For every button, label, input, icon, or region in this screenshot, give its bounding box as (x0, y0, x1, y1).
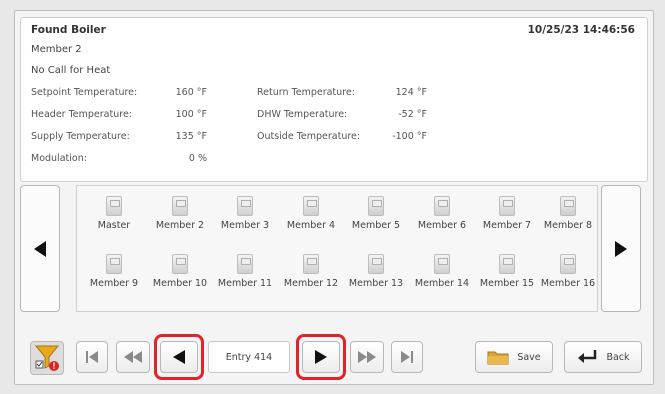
member-tile-15[interactable]: Member 15 (474, 250, 540, 305)
fast-forward-icon (358, 351, 376, 363)
member-tile-7[interactable]: Member 7 (474, 192, 540, 247)
supply-temp-label: Supply Temperature: (31, 131, 130, 142)
member-tile-master[interactable]: Master (81, 192, 147, 247)
member-label: Member 16 (540, 278, 596, 289)
member-tile-4[interactable]: Member 4 (278, 192, 344, 247)
return-temp-label: Return Temperature: (257, 87, 355, 98)
filter-button[interactable] (30, 341, 64, 375)
member-label: Member 9 (89, 278, 139, 289)
setpoint-label: Setpoint Temperature: (31, 87, 138, 98)
member-label: Member 10 (152, 278, 208, 289)
skip-to-last-icon (401, 351, 413, 363)
first-entry-button[interactable] (76, 341, 108, 373)
boiler-icon (303, 196, 319, 216)
modulation-value: 0 % (188, 153, 207, 164)
boiler-icon (303, 254, 319, 274)
member-tile-13[interactable]: Member 13 (343, 250, 409, 305)
heat-status: No Call for Heat (31, 65, 111, 76)
member-tile-9[interactable]: Member 9 (81, 250, 147, 305)
boiler-icon (237, 254, 253, 274)
member-label: Member 3 (220, 220, 270, 231)
filter-icon (34, 345, 60, 371)
members-grid: Master Member 2 Member 3 Member 4 Member… (76, 185, 598, 312)
member-label: Member 2 (155, 220, 205, 231)
entry-indicator: Entry 414 (208, 341, 290, 373)
boiler-icon (434, 254, 450, 274)
member-tile-8[interactable]: Member 8 (535, 192, 601, 247)
dhw-temp-value: -52 °F (398, 109, 427, 120)
last-entry-button[interactable] (391, 341, 423, 373)
header-temp-value: 100 °F (175, 109, 207, 120)
member-tile-3[interactable]: Member 3 (212, 192, 278, 247)
boiler-icon (560, 254, 576, 274)
member-label: Member 5 (351, 220, 401, 231)
member-label: Member 6 (417, 220, 467, 231)
member-tile-14[interactable]: Member 14 (409, 250, 475, 305)
save-label: Save (517, 351, 541, 363)
member-label: Member 13 (348, 278, 404, 289)
member-label: Master (97, 220, 131, 231)
boiler-icon (499, 196, 515, 216)
modulation-label: Modulation: (31, 153, 87, 164)
boiler-icon (172, 196, 188, 216)
boiler-icon (172, 254, 188, 274)
header-temp-label: Header Temperature: (31, 109, 132, 120)
boiler-icon (106, 254, 122, 274)
boiler-icon (368, 196, 384, 216)
triangle-right-icon (615, 240, 627, 257)
info-timestamp: 10/25/23 14:46:56 (527, 24, 635, 36)
fast-rewind-icon (124, 351, 142, 363)
boiler-info-panel: Found Boiler 10/25/23 14:46:56 Member 2 … (20, 17, 648, 182)
members-prev-page-button[interactable] (20, 185, 60, 312)
triangle-left-icon (34, 240, 46, 257)
member-label: Member 15 (479, 278, 535, 289)
boiler-icon (368, 254, 384, 274)
next-highlight-box (296, 334, 346, 380)
member-label: Member 8 (543, 220, 593, 231)
boiler-icon (237, 196, 253, 216)
folder-icon (487, 351, 509, 365)
boiler-icon (434, 196, 450, 216)
rewind-button[interactable] (116, 341, 150, 373)
member-label: Member 7 (482, 220, 532, 231)
member-tile-16[interactable]: Member 16 (535, 250, 601, 305)
member-tile-10[interactable]: Member 10 (147, 250, 213, 305)
boiler-icon (106, 196, 122, 216)
member-label: Member 12 (283, 278, 339, 289)
outside-temp-value: -100 °F (392, 131, 427, 142)
outside-temp-label: Outside Temperature: (257, 131, 361, 142)
skip-to-first-icon (86, 351, 98, 363)
member-label: Member 14 (414, 278, 470, 289)
member-label: Member 11 (217, 278, 273, 289)
prev-highlight-box (154, 334, 204, 380)
info-title: Found Boiler (31, 24, 106, 36)
back-button[interactable]: Back (564, 341, 642, 373)
save-button[interactable]: Save (475, 341, 553, 373)
return-temp-value: 124 °F (395, 87, 427, 98)
members-panel: Master Member 2 Member 3 Member 4 Member… (20, 185, 641, 315)
back-label: Back (606, 351, 630, 363)
back-arrow-icon (578, 350, 597, 363)
member-tile-11[interactable]: Member 11 (212, 250, 278, 305)
dhw-temp-label: DHW Temperature: (257, 109, 348, 120)
boiler-icon (499, 254, 515, 274)
member-tile-12[interactable]: Member 12 (278, 250, 344, 305)
member-tile-6[interactable]: Member 6 (409, 192, 475, 247)
boiler-icon (560, 196, 576, 216)
member-tile-5[interactable]: Member 5 (343, 192, 409, 247)
member-tile-2[interactable]: Member 2 (147, 192, 213, 247)
forward-button[interactable] (350, 341, 384, 373)
supply-temp-value: 135 °F (175, 131, 207, 142)
setpoint-value: 160 °F (175, 87, 207, 98)
member-name: Member 2 (31, 44, 82, 55)
members-next-page-button[interactable] (601, 185, 641, 312)
member-label: Member 4 (286, 220, 336, 231)
